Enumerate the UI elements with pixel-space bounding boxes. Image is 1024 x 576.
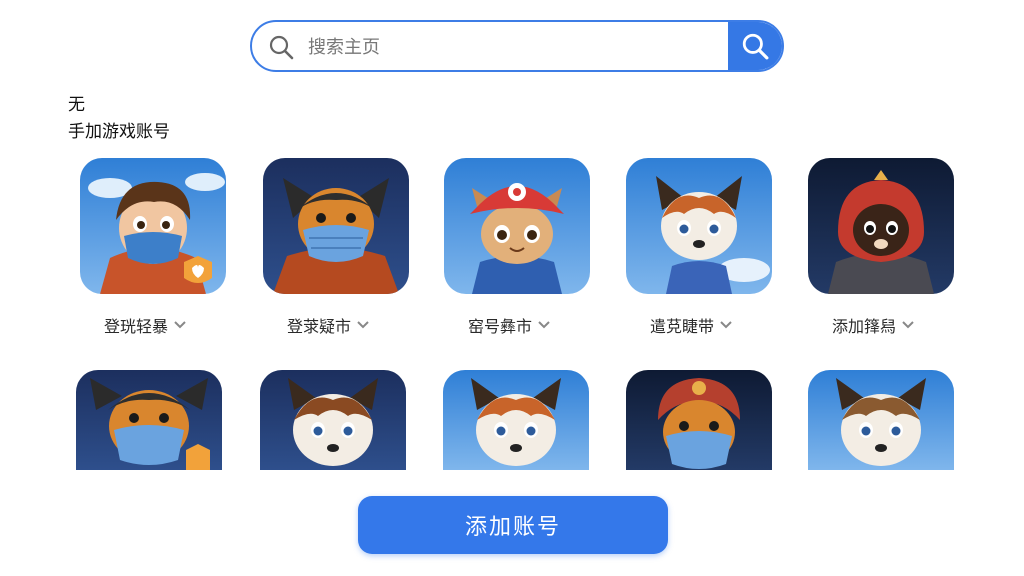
search-bar xyxy=(250,20,784,72)
account-name: 添加箨舄 xyxy=(832,317,897,336)
heading-line-1: 无 xyxy=(68,95,85,115)
account-avatar-2[interactable] xyxy=(263,158,409,294)
account-name: 窑号彝市 xyxy=(468,317,533,336)
dog-husky-icon xyxy=(443,370,589,470)
cat-red-cap-icon xyxy=(444,158,590,294)
account-avatar-7[interactable] xyxy=(260,370,406,470)
heading-line-2: 手加游戏账号 xyxy=(68,122,170,142)
account-avatar-10[interactable] xyxy=(808,370,954,470)
account-avatar-9[interactable] xyxy=(626,370,772,470)
account-avatar-4[interactable] xyxy=(626,158,772,294)
account-avatar-5[interactable] xyxy=(808,158,954,294)
dog-husky-icon xyxy=(626,158,772,294)
dog-husky-icon xyxy=(808,370,954,470)
search-icon xyxy=(269,35,294,60)
account-selector-2[interactable]: 登莍疑市 xyxy=(287,312,369,338)
account-selector-1[interactable]: 登珖轻暴 xyxy=(104,312,186,338)
chevron-down-icon xyxy=(357,321,369,329)
account-avatar-8[interactable] xyxy=(443,370,589,470)
search-input[interactable] xyxy=(306,22,730,70)
account-selector-5[interactable]: 添加箨舄 xyxy=(832,312,914,338)
account-name: 登莍疑市 xyxy=(287,317,352,336)
account-selector-4[interactable]: 遣莌睫带 xyxy=(650,312,732,338)
chevron-down-icon xyxy=(174,321,186,329)
chevron-down-icon xyxy=(902,321,914,329)
account-name: 登珖轻暴 xyxy=(104,317,169,336)
dog-blue-mask-icon xyxy=(263,158,409,294)
chevron-down-icon xyxy=(720,321,732,329)
account-name: 遣莌睫带 xyxy=(650,317,715,336)
search-button[interactable] xyxy=(728,22,782,70)
boy-blue-mask-icon xyxy=(80,158,226,294)
dog-husky-icon xyxy=(260,370,406,470)
section-heading: 无 手加游戏账号 xyxy=(68,92,170,146)
account-selector-3[interactable]: 窑号彝市 xyxy=(468,312,550,338)
chevron-down-icon xyxy=(538,321,550,329)
account-avatar-1[interactable] xyxy=(80,158,226,294)
add-account-button[interactable]: 添加账号 xyxy=(358,496,668,554)
search-icon xyxy=(742,33,769,60)
account-avatar-3[interactable] xyxy=(444,158,590,294)
dog-blue-mask-icon xyxy=(76,370,222,470)
dog-red-hood-icon xyxy=(808,158,954,294)
account-avatar-6[interactable] xyxy=(76,370,222,470)
dog-blue-mask-icon xyxy=(626,370,772,470)
